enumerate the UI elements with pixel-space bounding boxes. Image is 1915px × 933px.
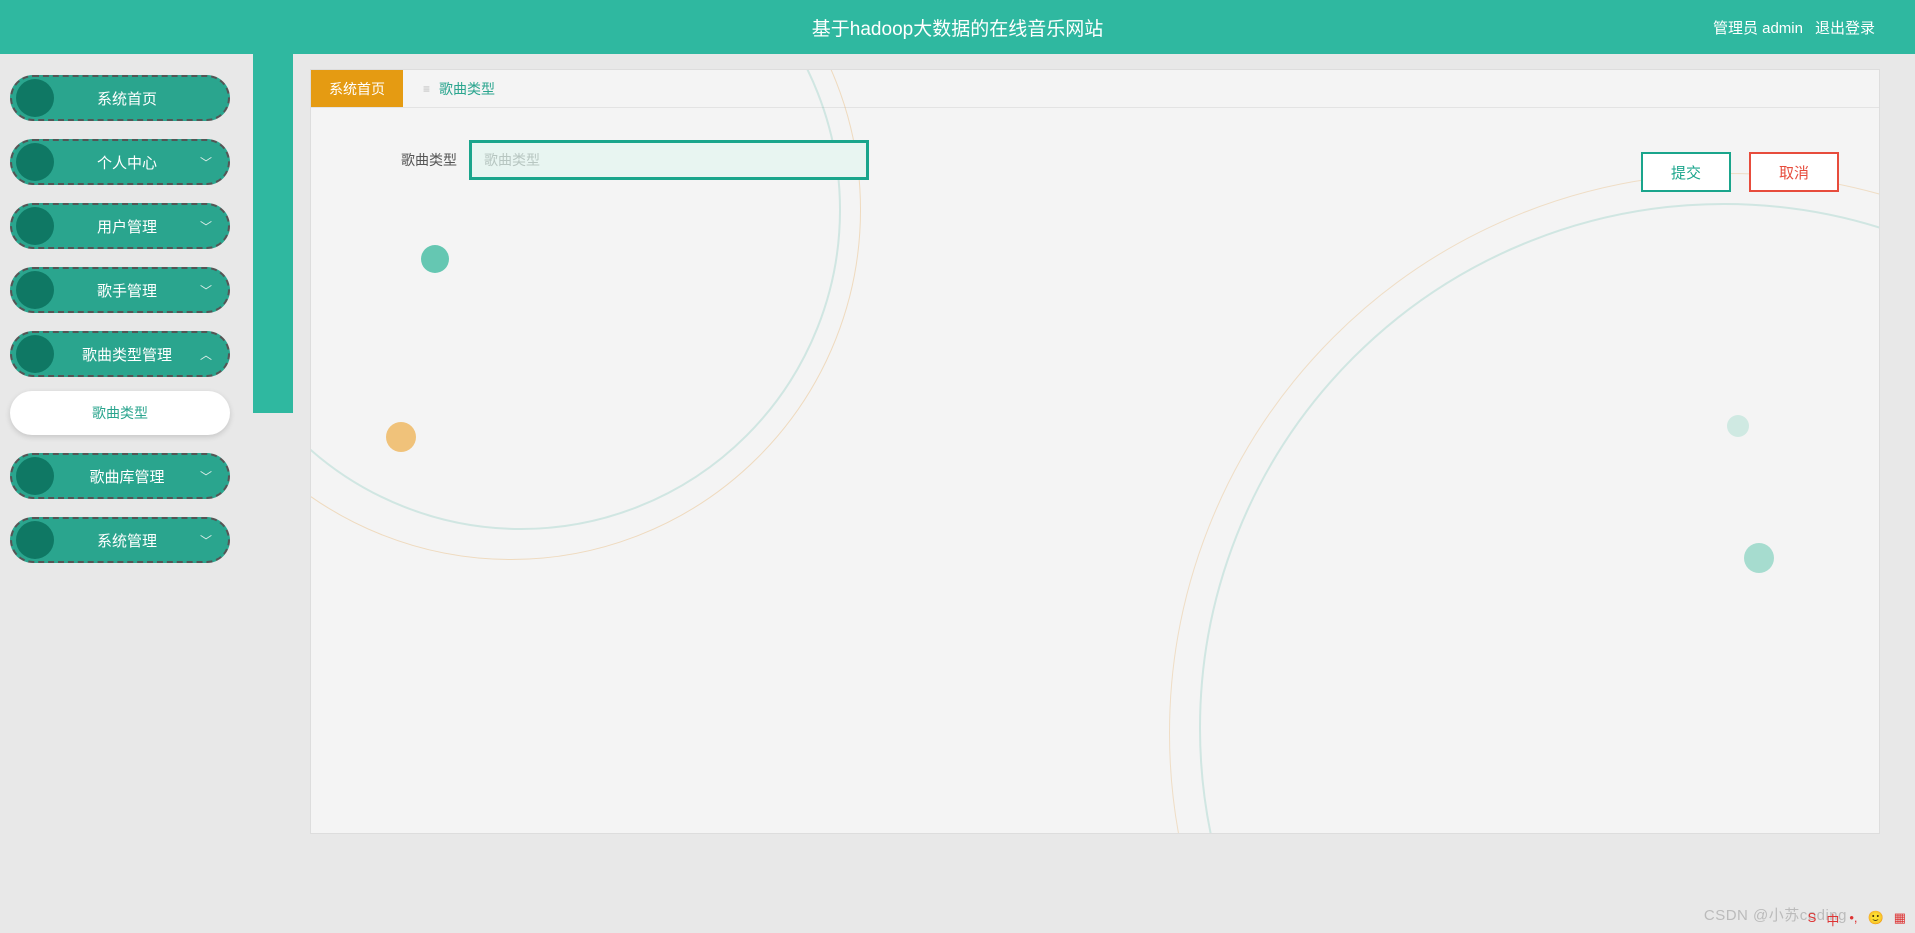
sidebar-item-song-types[interactable]: 歌曲类型管理 ︿ xyxy=(10,331,230,377)
chevron-down-icon: ﹀ xyxy=(200,282,228,299)
accent-block xyxy=(253,53,293,413)
sidebar-subitem-song-type[interactable]: 歌曲类型 xyxy=(10,391,230,435)
submit-button[interactable]: 提交 xyxy=(1641,152,1731,192)
pill-knob xyxy=(16,79,54,117)
admin-label[interactable]: 管理员 admin xyxy=(1713,17,1803,38)
tab-bar: 系统首页 ≡ 歌曲类型 xyxy=(311,70,1879,108)
logout-link[interactable]: 退出登录 xyxy=(1815,17,1875,38)
chevron-down-icon: ﹀ xyxy=(200,468,228,485)
pill-knob xyxy=(16,335,54,373)
decor-arc xyxy=(1199,203,1880,834)
sidebar-item-users[interactable]: 用户管理 ﹀ xyxy=(10,203,230,249)
tab-home[interactable]: 系统首页 xyxy=(311,70,403,107)
ime-bar: S 中 •, 🙂 ▦ xyxy=(1805,910,1909,929)
pill-knob xyxy=(16,143,54,181)
decor-arc xyxy=(1169,173,1880,834)
pill-knob xyxy=(16,207,54,245)
sidebar-item-label: 歌手管理 xyxy=(54,280,200,301)
tab-label: 歌曲类型 xyxy=(439,79,495,99)
ime-icon[interactable]: 中 xyxy=(1823,910,1842,929)
pill-knob xyxy=(16,271,54,309)
ime-icon[interactable]: ▦ xyxy=(1891,910,1909,929)
sidebar-item-label: 系统管理 xyxy=(54,530,200,551)
header-right: 管理员 admin 退出登录 xyxy=(1713,17,1875,38)
menu-icon: ≡ xyxy=(423,82,429,96)
ime-icon[interactable]: •, xyxy=(1846,910,1860,929)
sidebar-item-profile[interactable]: 个人中心 ﹀ xyxy=(10,139,230,185)
decor-dot xyxy=(386,422,416,452)
sidebar-item-home[interactable]: 系统首页 xyxy=(10,75,230,121)
sidebar-item-song-library[interactable]: 歌曲库管理 ﹀ xyxy=(10,453,230,499)
decor-dot xyxy=(1727,415,1749,437)
sidebar-item-singers[interactable]: 歌手管理 ﹀ xyxy=(10,267,230,313)
sidebar-item-system[interactable]: 系统管理 ﹀ xyxy=(10,517,230,563)
decor-dot xyxy=(421,245,449,273)
form-row: 歌曲类型 xyxy=(401,140,869,180)
main-panel: 系统首页 ≡ 歌曲类型 歌曲类型 提交 取消 xyxy=(310,69,1880,834)
sidebar-subitem-label: 歌曲类型 xyxy=(92,403,148,423)
header-bar: 基于hadoop大数据的在线音乐网站 管理员 admin 退出登录 xyxy=(0,0,1915,54)
chevron-up-icon: ︿ xyxy=(200,346,228,363)
button-label: 取消 xyxy=(1779,162,1809,183)
decor-dot xyxy=(1744,543,1774,573)
sidebar-item-label: 歌曲库管理 xyxy=(54,466,200,487)
sidebar-item-label: 个人中心 xyxy=(54,152,200,173)
ime-icon[interactable]: 🙂 xyxy=(1865,910,1887,929)
chevron-down-icon: ﹀ xyxy=(200,532,228,549)
song-type-input[interactable] xyxy=(469,140,869,180)
sidebar-item-label: 歌曲类型管理 xyxy=(54,344,200,365)
ime-icon[interactable]: S xyxy=(1805,910,1820,929)
tab-current[interactable]: ≡ 歌曲类型 xyxy=(403,70,515,107)
pill-knob xyxy=(16,521,54,559)
decor-arc xyxy=(310,69,841,530)
app-title: 基于hadoop大数据的在线音乐网站 xyxy=(812,14,1103,41)
tab-label: 系统首页 xyxy=(329,79,385,99)
chevron-down-icon: ﹀ xyxy=(200,154,228,171)
button-group: 提交 取消 xyxy=(1641,152,1839,192)
chevron-down-icon: ﹀ xyxy=(200,218,228,235)
sidebar-item-label: 系统首页 xyxy=(54,88,200,109)
cancel-button[interactable]: 取消 xyxy=(1749,152,1839,192)
pill-knob xyxy=(16,457,54,495)
sidebar: 系统首页 个人中心 ﹀ 用户管理 ﹀ 歌手管理 ﹀ 歌曲类型管理 ︿ 歌曲类型 … xyxy=(10,75,240,581)
field-label: 歌曲类型 xyxy=(401,150,457,170)
sidebar-item-label: 用户管理 xyxy=(54,216,200,237)
button-label: 提交 xyxy=(1671,162,1701,183)
